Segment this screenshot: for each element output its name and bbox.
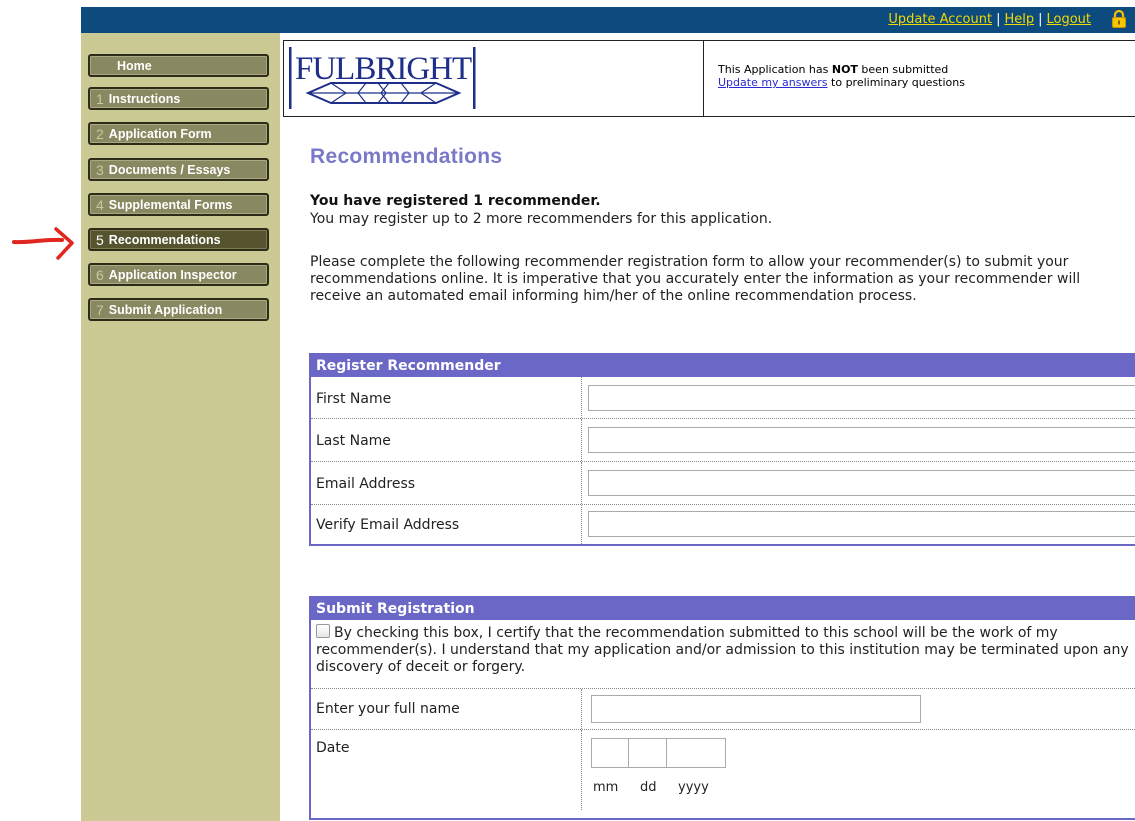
step-number: 7 — [96, 301, 104, 318]
sidebar-item-instructions[interactable]: 1 Instructions — [88, 87, 269, 110]
field-label: First Name — [316, 391, 392, 407]
field-label: Last Name — [316, 433, 391, 449]
sidebar-item-label: Documents / Essays — [108, 162, 231, 177]
email-input[interactable] — [588, 470, 1135, 496]
sidebar-item-label: Supplemental Forms — [108, 197, 233, 212]
sidebar-item-label: Recommendations — [108, 232, 221, 247]
form-row: First Name — [311, 377, 1135, 419]
sidebar-item-recommendations[interactable]: 5 Recommendations — [88, 228, 269, 251]
instructions-text: Please complete the following recommende… — [310, 254, 1081, 304]
sidebar-item-label: Application Form — [108, 126, 212, 141]
year-hint: yyyy — [678, 780, 709, 795]
red-arrow-icon — [12, 227, 74, 260]
step-number: 6 — [96, 266, 104, 283]
verify-email-input[interactable] — [588, 511, 1135, 537]
logo-box: FULBRIGHT — [283, 40, 704, 117]
sidebar-item-submit-application[interactable]: 7 Submit Application — [88, 298, 269, 321]
update-answers-suffix: to preliminary questions — [827, 76, 965, 89]
certify-text: By checking this box, I certify that the… — [316, 625, 1129, 675]
form-row: Enter your full name — [311, 689, 1135, 730]
submission-status: This Application has NOT been submitted … — [703, 40, 1135, 117]
submit-registration-form: Submit Registration By checking this box… — [309, 596, 1135, 820]
update-answers-line: Update my answers to preliminary questio… — [718, 76, 965, 89]
day-hint: dd — [640, 780, 657, 795]
sidebar-item-supplemental-forms[interactable]: 4 Supplemental Forms — [88, 193, 269, 216]
logo-text: FULBRIGHT — [295, 51, 472, 87]
fulbright-logo: FULBRIGHT — [289, 47, 476, 109]
form-heading: Submit Registration — [311, 598, 1135, 620]
step-number: 3 — [96, 161, 104, 178]
page-title: Recommendations — [310, 145, 503, 168]
sidebar: Home 1 Instructions 2 Application Form 3… — [81, 33, 280, 821]
field-label: Verify Email Address — [316, 517, 460, 533]
status-post: been submitted — [857, 63, 949, 76]
sidebar-item-application-inspector[interactable]: 6 Application Inspector — [88, 263, 269, 286]
sidebar-item-label: Home — [117, 58, 152, 73]
step-number: 1 — [96, 90, 104, 107]
status-text: This Application has NOT been submitted — [718, 63, 948, 76]
lock-icon — [1112, 10, 1126, 28]
certify-checkbox[interactable] — [316, 624, 330, 638]
top-bar: Update Account | Help | Logout — [81, 7, 1135, 33]
sidebar-item-home[interactable]: Home — [88, 54, 269, 77]
form-row: Verify Email Address — [311, 505, 1135, 544]
remaining-count: You may register up to 2 more recommende… — [310, 211, 773, 227]
field-label: Date — [316, 740, 350, 756]
month-hint: mm — [593, 780, 619, 795]
status-not: NOT — [831, 63, 858, 76]
first-name-input[interactable] — [588, 385, 1135, 411]
status-pre: This Application has — [718, 63, 832, 76]
date-month-input[interactable] — [591, 738, 629, 768]
sidebar-item-documents-essays[interactable]: 3 Documents / Essays — [88, 158, 269, 181]
step-number: 4 — [96, 196, 104, 213]
account-links: Update Account | Help | Logout — [888, 12, 1091, 27]
date-day-input[interactable] — [628, 738, 667, 768]
link-separator: | — [1038, 12, 1043, 27]
step-number: 5 — [96, 231, 104, 248]
form-row: Email Address — [311, 462, 1135, 505]
field-label: Email Address — [316, 476, 416, 492]
last-name-input[interactable] — [588, 427, 1135, 453]
certification-row: By checking this box, I certify that the… — [311, 620, 1135, 689]
field-label: Enter your full name — [316, 701, 460, 717]
update-account-link[interactable]: Update Account — [888, 12, 992, 27]
update-answers-link[interactable]: Update my answers — [718, 76, 828, 89]
registered-count: You have registered 1 recommender. — [310, 193, 601, 209]
sidebar-item-label: Application Inspector — [108, 267, 237, 282]
sidebar-item-application-form[interactable]: 2 Application Form — [88, 122, 269, 145]
logout-link[interactable]: Logout — [1046, 12, 1091, 27]
register-recommender-form: Register Recommender First Name Last Nam… — [309, 353, 1135, 546]
sidebar-item-label: Submit Application — [108, 302, 223, 317]
form-row: Date mm dd yyyy — [311, 730, 1135, 810]
link-separator: | — [996, 12, 1001, 27]
form-heading: Register Recommender — [311, 355, 1135, 377]
date-year-input[interactable] — [666, 738, 726, 768]
step-number: 2 — [96, 125, 104, 142]
sidebar-item-label: Instructions — [108, 91, 181, 106]
full-name-input[interactable] — [591, 695, 921, 723]
help-link[interactable]: Help — [1004, 12, 1034, 27]
form-row: Last Name — [311, 419, 1135, 462]
